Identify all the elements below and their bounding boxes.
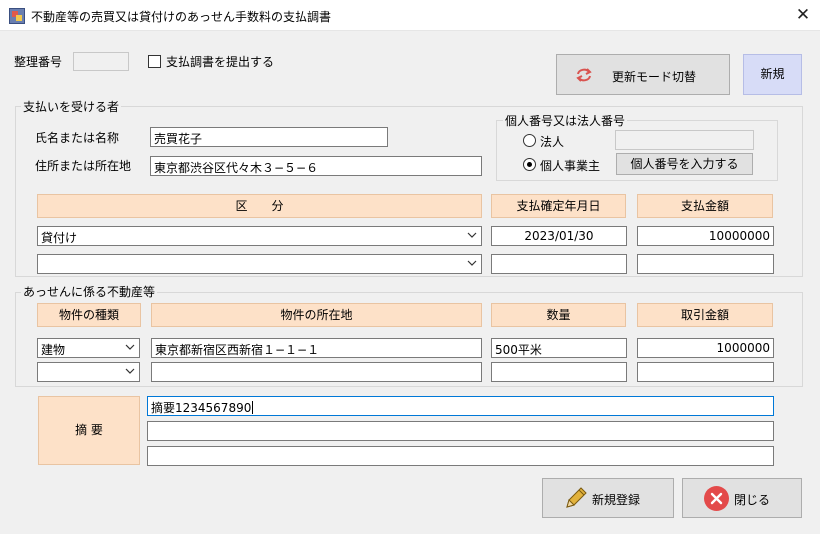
individual-radio[interactable] xyxy=(523,158,536,171)
property-group-title: あっせんに係る不動産等 xyxy=(21,283,158,300)
payee-group-title: 支払いを受ける者 xyxy=(21,98,122,115)
summary-label: 摘 要 xyxy=(38,396,140,465)
quantity-field[interactable] xyxy=(491,362,627,382)
enter-personal-number-button[interactable]: 個人番号を入力する xyxy=(616,153,753,175)
category-value: 貸付け xyxy=(41,231,78,245)
seiri-number-field[interactable] xyxy=(73,52,129,71)
payment-amount-field[interactable]: 10000000 xyxy=(637,226,774,246)
property-type-select[interactable] xyxy=(37,362,140,382)
refresh-icon xyxy=(575,67,593,83)
property-location-header: 物件の所在地 xyxy=(151,303,482,327)
close-button[interactable]: 閉じる xyxy=(682,478,802,518)
summary-line-3-field[interactable] xyxy=(147,446,774,466)
property-type-value: 建物 xyxy=(41,343,66,357)
window-title: 不動産等の売買又は貸付けのあっせん手数料の支払調書 xyxy=(31,10,332,24)
seiri-number-label: 整理番号 xyxy=(14,55,63,69)
property-type-header: 物件の種類 xyxy=(37,303,141,327)
category-select[interactable]: 貸付け xyxy=(37,226,482,246)
id-number-group-title: 個人番号又は法人番号 xyxy=(503,112,628,129)
transaction-amount-header: 取引金額 xyxy=(637,303,773,327)
corporation-radio[interactable] xyxy=(523,134,536,147)
new-register-label: 新規登録 xyxy=(592,493,641,507)
summary-line-1-field[interactable]: 摘要1234567890 xyxy=(147,396,774,416)
property-location-field[interactable] xyxy=(151,362,482,382)
payment-amount-header: 支払金額 xyxy=(637,194,773,218)
submit-report-checkbox[interactable] xyxy=(148,55,161,68)
payment-date-field[interactable]: 2023/01/30 xyxy=(491,226,627,246)
pencil-icon xyxy=(563,485,589,511)
summary-line-1-text: 摘要1234567890 xyxy=(151,401,252,415)
address-label: 住所または所在地 xyxy=(35,159,132,173)
address-field[interactable]: 東京都渋谷区代々木３−５−６ xyxy=(150,156,482,176)
quantity-field[interactable]: 500平米 xyxy=(491,338,627,358)
text-caret xyxy=(252,401,254,414)
close-button-label: 閉じる xyxy=(734,493,771,507)
close-icon xyxy=(704,486,729,511)
payment-amount-field[interactable] xyxy=(637,254,774,274)
transaction-amount-field[interactable]: 1000000 xyxy=(637,338,774,358)
quantity-header: 数量 xyxy=(491,303,626,327)
payment-date-field[interactable] xyxy=(491,254,627,274)
property-type-select[interactable]: 建物 xyxy=(37,338,140,358)
property-location-field[interactable]: 東京都新宿区西新宿１−１−１ xyxy=(151,338,482,358)
name-label: 氏名または名称 xyxy=(35,131,120,145)
category-header: 区 分 xyxy=(37,194,482,218)
app-icon xyxy=(9,8,25,24)
update-mode-toggle-button[interactable]: 更新モード切替 xyxy=(556,54,730,95)
individual-label: 個人事業主 xyxy=(540,159,601,173)
chevron-down-icon xyxy=(125,368,135,374)
corporation-label: 法人 xyxy=(540,135,565,149)
update-mode-toggle-label: 更新モード切替 xyxy=(612,70,697,84)
title-bar: 不動産等の売買又は貸付けのあっせん手数料の支払調書 ✕ xyxy=(0,0,820,31)
summary-line-2-field[interactable] xyxy=(147,421,774,441)
chevron-down-icon xyxy=(125,344,135,350)
chevron-down-icon xyxy=(467,260,477,266)
payment-date-header: 支払確定年月日 xyxy=(491,194,626,218)
chevron-down-icon xyxy=(467,232,477,238)
category-select[interactable] xyxy=(37,254,482,274)
mode-badge: 新規 xyxy=(743,54,802,95)
name-field[interactable]: 売買花子 xyxy=(150,127,388,147)
window-close-button[interactable]: ✕ xyxy=(791,4,815,26)
submit-report-label: 支払調書を提出する xyxy=(166,55,275,69)
transaction-amount-field[interactable] xyxy=(637,362,774,382)
corporation-number-field[interactable] xyxy=(615,130,754,150)
new-register-button[interactable]: 新規登録 xyxy=(542,478,674,518)
